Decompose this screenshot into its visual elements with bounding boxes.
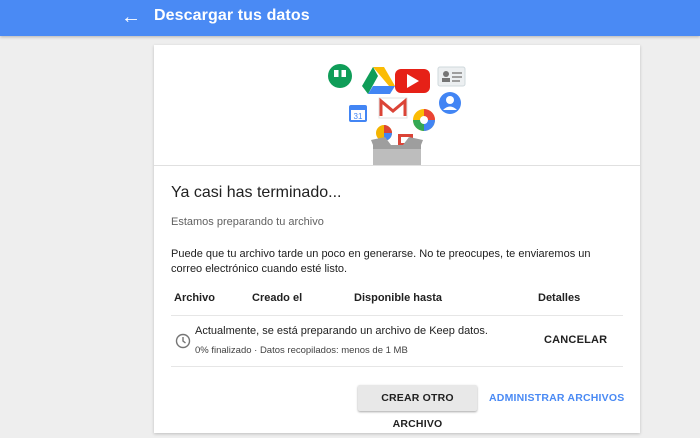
status-heading: Ya casi has terminado... (171, 184, 342, 201)
status-subheading: Estamos preparando tu archivo (171, 216, 324, 228)
table-divider (171, 366, 623, 367)
gmail-icon (378, 97, 408, 119)
page-title: Descargar tus datos (154, 7, 310, 24)
products-illustration: 31 (154, 45, 640, 166)
youtube-icon (395, 69, 430, 93)
contacts-icon (437, 66, 466, 87)
profile-icon (439, 92, 461, 114)
cancel-button[interactable]: CANCELAR (544, 334, 607, 346)
column-header-archivo: Archivo (174, 292, 215, 304)
calendar-icon: 31 (349, 105, 367, 122)
archive-status-text: Actualmente, se está preparando un archi… (195, 325, 488, 337)
app-header: ← Descargar tus datos (0, 0, 700, 36)
notice-text: Puede que tu archivo tarde un poco en ge… (171, 248, 591, 275)
photos-icon (413, 109, 435, 131)
arrow-back-icon[interactable]: ← (120, 6, 142, 28)
drive-icon (362, 67, 395, 94)
hangouts-icon (328, 64, 352, 88)
clock-icon (175, 333, 191, 349)
column-header-detalles: Detalles (538, 292, 581, 304)
create-another-archive-button[interactable]: CREAR OTRO ARCHIVO (358, 385, 477, 430)
box-icon (371, 137, 423, 165)
table-divider (171, 315, 623, 316)
calendar-day: 31 (354, 112, 363, 121)
column-header-disponible: Disponible hasta (354, 292, 443, 304)
manage-archives-button[interactable]: ADMINISTRAR ARCHIVOS (489, 392, 624, 404)
download-card: 31 Ya casi has terminado... Estamos prep… (154, 45, 640, 433)
archive-progress-text: 0% finalizado · Datos recopilados: menos… (195, 345, 408, 356)
column-header-creado: Creado el (252, 292, 303, 304)
